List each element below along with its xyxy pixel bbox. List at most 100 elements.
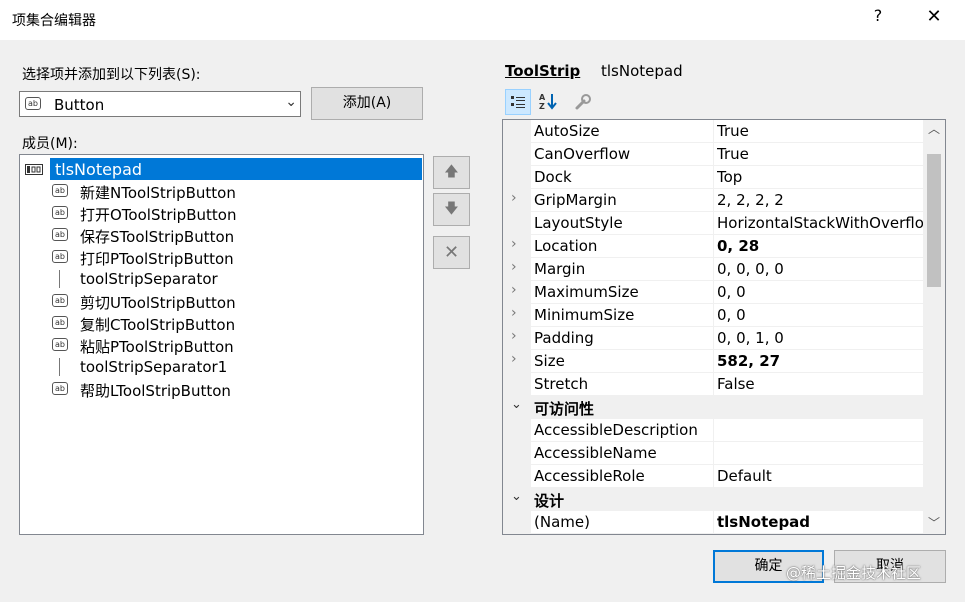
help-button[interactable]: ? xyxy=(866,6,890,25)
members-label: 成员(M): xyxy=(22,136,78,152)
property-row[interactable]: LayoutStyle HorizontalStackWithOverflow xyxy=(503,212,925,235)
chevron-right-icon[interactable]: › xyxy=(511,351,525,367)
list-item[interactable]: ab 剪切UToolStripButton xyxy=(20,290,423,312)
list-item[interactable]: ab 复制CToolStripButton xyxy=(20,312,423,334)
separator-icon xyxy=(59,358,60,376)
property-value[interactable] xyxy=(717,419,925,441)
object-type: ToolStrip xyxy=(505,62,581,80)
property-row[interactable]: › MaximumSize 0, 0 xyxy=(503,281,925,304)
move-up-button[interactable]: 🡅 xyxy=(433,156,470,189)
property-value[interactable]: 2, 2, 2, 2 xyxy=(717,189,925,211)
toolstrip-icon xyxy=(25,164,43,175)
button-icon: ab xyxy=(52,316,68,329)
property-grid[interactable]: AutoSize True CanOverflow True Dock Top › GripM… xyxy=(502,119,946,535)
button-icon: ab xyxy=(52,338,68,351)
property-value[interactable]: Top xyxy=(717,166,925,188)
scroll-up-icon[interactable]: ︿ xyxy=(923,120,945,140)
row-gutter xyxy=(503,511,531,534)
member-label: toolStripSeparator1 xyxy=(80,358,228,376)
close-button[interactable]: ✕ xyxy=(922,6,946,27)
property-row[interactable]: Stretch False xyxy=(503,373,925,396)
property-category[interactable]: ⌄ 可访问性 xyxy=(503,396,925,419)
property-row[interactable]: › Margin 0, 0, 0, 0 xyxy=(503,258,925,281)
property-name: Location xyxy=(531,235,714,257)
item-type-combo[interactable]: ab Button ⌄ xyxy=(19,91,301,117)
categorized-button[interactable] xyxy=(505,89,531,115)
list-item[interactable]: toolStripSeparator xyxy=(20,268,423,290)
property-row[interactable]: CanOverflow True xyxy=(503,143,925,166)
delete-button[interactable]: ✕ xyxy=(433,236,470,269)
list-item[interactable]: toolStripSeparator1 xyxy=(20,356,423,378)
chevron-right-icon[interactable]: › xyxy=(511,328,525,344)
property-row[interactable]: AccessibleName xyxy=(503,442,925,465)
property-name: Margin xyxy=(531,258,714,280)
property-value[interactable]: tlsNotepad xyxy=(717,511,925,533)
move-down-button[interactable]: 🡇 xyxy=(433,193,470,226)
member-label: 打开OToolStripButton xyxy=(80,206,237,224)
property-name: AutoSize xyxy=(531,120,714,142)
property-value[interactable]: 0, 0 xyxy=(717,304,925,326)
property-pages-button[interactable] xyxy=(570,89,596,115)
arrow-down-icon: 🡇 xyxy=(444,201,459,217)
chevron-right-icon[interactable]: › xyxy=(511,190,525,206)
property-value[interactable]: 582, 27 xyxy=(717,350,925,372)
list-item[interactable]: ab 保存SToolStripButton xyxy=(20,224,423,246)
chevron-down-icon[interactable]: ⌄ xyxy=(511,397,525,412)
chevron-right-icon[interactable]: › xyxy=(511,259,525,275)
scroll-down-icon[interactable]: ﹀ xyxy=(923,514,945,534)
row-gutter xyxy=(503,120,531,143)
property-grid-scrollbar[interactable]: ︿ ﹀ xyxy=(923,120,945,534)
property-value[interactable]: 0, 28 xyxy=(717,235,925,257)
button-icon: ab xyxy=(52,206,68,219)
chevron-right-icon[interactable]: › xyxy=(511,236,525,252)
property-value[interactable]: True xyxy=(717,120,925,142)
property-row[interactable]: Dock Top xyxy=(503,166,925,189)
property-name: Size xyxy=(531,350,714,372)
property-name: MinimumSize xyxy=(531,304,714,326)
property-row[interactable]: AccessibleDescription xyxy=(503,419,925,442)
property-category[interactable]: ⌄ 设计 xyxy=(503,488,925,511)
member-root[interactable]: tlsNotepad xyxy=(20,158,423,180)
property-name: CanOverflow xyxy=(531,143,714,165)
list-item[interactable]: ab 打开OToolStripButton xyxy=(20,202,423,224)
svg-text:A: A xyxy=(539,93,546,102)
list-item[interactable]: ab 粘贴PToolStripButton xyxy=(20,334,423,356)
list-item[interactable]: ab 打印PToolStripButton xyxy=(20,246,423,268)
property-row[interactable]: AutoSize True xyxy=(503,120,925,143)
add-button[interactable]: 添加(A) xyxy=(311,87,423,120)
members-list[interactable]: tlsNotepad ab 新建NToolStripButton ab 打开OT… xyxy=(19,154,424,535)
list-item[interactable]: ab 帮助LToolStripButton xyxy=(20,378,423,400)
alphabetical-button[interactable]: A Z xyxy=(535,89,561,115)
property-value[interactable] xyxy=(717,442,925,464)
categorized-icon xyxy=(511,96,525,108)
property-row[interactable]: › MinimumSize 0, 0 xyxy=(503,304,925,327)
property-value[interactable]: 0, 0, 1, 0 xyxy=(717,327,925,349)
chevron-right-icon[interactable]: › xyxy=(511,305,525,321)
property-value[interactable]: 0, 0, 0, 0 xyxy=(717,258,925,280)
chevron-down-icon[interactable]: ⌄ xyxy=(285,94,297,110)
chevron-right-icon[interactable]: › xyxy=(511,282,525,298)
property-row[interactable]: › Location 0, 28 xyxy=(503,235,925,258)
property-name: MaximumSize xyxy=(531,281,714,303)
property-name: LayoutStyle xyxy=(531,212,714,234)
property-name: AccessibleRole xyxy=(531,465,714,487)
property-row[interactable]: (Name) tlsNotepad xyxy=(503,511,925,534)
property-row[interactable]: › GripMargin 2, 2, 2, 2 xyxy=(503,189,925,212)
property-value[interactable]: False xyxy=(717,373,925,395)
select-item-label: 选择项并添加到以下列表(S): xyxy=(22,67,201,83)
property-value[interactable]: True xyxy=(717,143,925,165)
property-value[interactable]: HorizontalStackWithOverflow xyxy=(717,212,925,234)
member-label: 帮助LToolStripButton xyxy=(80,382,231,400)
property-row[interactable]: AccessibleRole Default xyxy=(503,465,925,488)
scroll-thumb[interactable] xyxy=(927,154,941,287)
row-gutter xyxy=(503,166,531,189)
property-value[interactable]: 0, 0 xyxy=(717,281,925,303)
button-icon: ab xyxy=(52,250,68,263)
chevron-down-icon[interactable]: ⌄ xyxy=(511,489,525,504)
property-row[interactable]: › Padding 0, 0, 1, 0 xyxy=(503,327,925,350)
row-gutter xyxy=(503,465,531,488)
list-item[interactable]: ab 新建NToolStripButton xyxy=(20,180,423,202)
member-label: 剪切UToolStripButton xyxy=(80,294,236,312)
property-value[interactable]: Default xyxy=(717,465,925,487)
property-row[interactable]: › Size 582, 27 xyxy=(503,350,925,373)
